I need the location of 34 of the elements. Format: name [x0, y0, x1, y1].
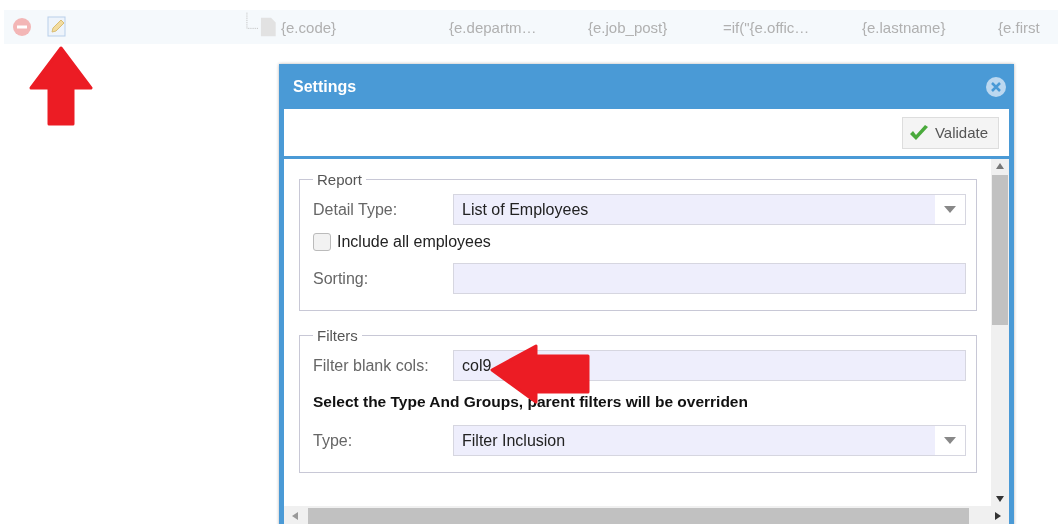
- field-label: Filter blank cols:: [313, 356, 430, 375]
- scroll-right-icon[interactable]: [995, 512, 1001, 520]
- validate-button[interactable]: Validate: [901, 116, 999, 149]
- table-cell-text: {e.departm…: [448, 18, 538, 36]
- section-legend: Filters: [313, 327, 362, 344]
- checkbox-label: Include all employees: [337, 233, 491, 251]
- scroll-down-icon[interactable]: [996, 496, 1004, 502]
- vertical-scrollbar[interactable]: [991, 159, 1009, 506]
- checkmark-icon: [908, 123, 929, 142]
- instruction-text: Select the Type And Groups, parent filters will be overriden: [313, 393, 749, 411]
- scroll-left-icon[interactable]: [292, 512, 298, 520]
- dropdown-field[interactable]: Filter Inclusion: [453, 425, 966, 456]
- field-label: Sorting:: [313, 269, 370, 288]
- table-cell-text: {e.lastname}: [861, 18, 947, 36]
- close-icon[interactable]: [985, 75, 1007, 98]
- table-cell-text: =if("{e.offic…: [722, 18, 811, 36]
- table-cell-text: {e.job_post}: [587, 18, 669, 36]
- text-field[interactable]: [453, 263, 966, 294]
- scroll-up-icon[interactable]: [996, 163, 1004, 169]
- dropdown-field[interactable]: List of Employees: [453, 194, 966, 225]
- dialog-title: Settings: [293, 77, 357, 96]
- table-cell-text: {e.first: [997, 18, 1041, 36]
- caret-icon: [944, 206, 956, 213]
- field-label: Detail Type:: [313, 200, 399, 219]
- remove-icon[interactable]: [12, 17, 33, 37]
- horizontal-scrollbar[interactable]: [284, 506, 1009, 524]
- field-label: Type:: [313, 431, 354, 450]
- document-icon: [260, 16, 277, 38]
- checkbox[interactable]: [313, 233, 331, 251]
- section-legend: Report: [313, 171, 367, 188]
- tree-connector: [245, 12, 259, 30]
- caret-icon: [944, 437, 956, 444]
- table-cell-text: {e.code}: [280, 18, 338, 36]
- edit-icon[interactable]: [47, 16, 68, 38]
